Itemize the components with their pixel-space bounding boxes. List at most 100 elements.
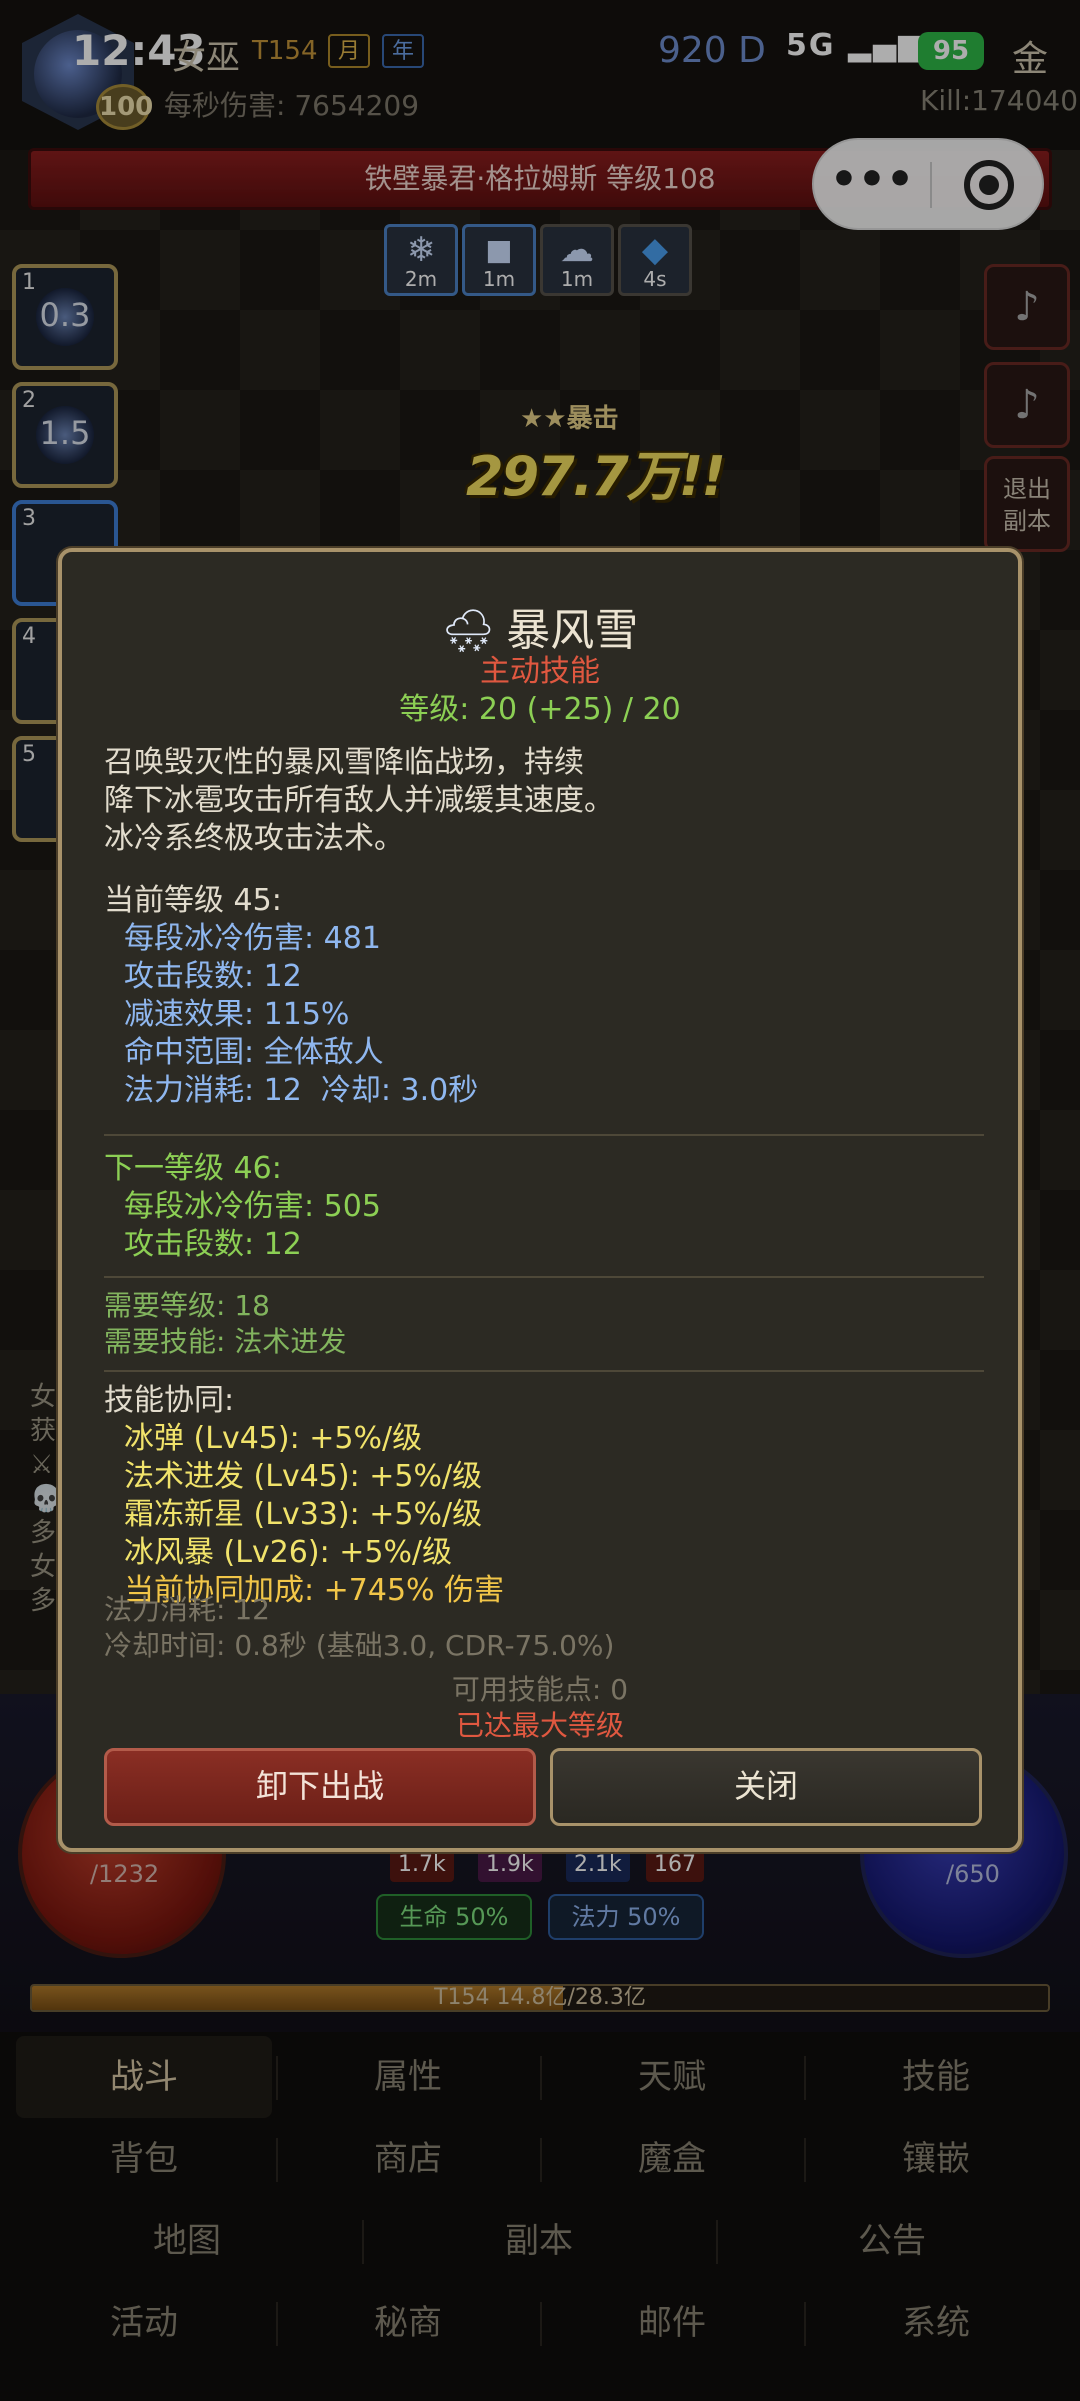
- stat-row: 减速效果: 115%: [124, 997, 350, 1032]
- nav-divider: [540, 2138, 542, 2182]
- divider: [104, 1276, 984, 1278]
- stat-row: 命中范围: 全体敌人: [124, 1035, 384, 1070]
- nav-row-1: 战斗 属性 天赋 技能: [0, 2036, 1080, 2118]
- mute-sound-button[interactable]: ♪: [984, 362, 1070, 448]
- requirement-row: 需要等级: 18: [104, 1289, 270, 1322]
- nav-row-2: 背包 商店 魔盒 镶嵌: [0, 2118, 1080, 2200]
- current-level-header: 当前等级 45:: [104, 883, 282, 918]
- nav-magic-box[interactable]: 魔盒: [544, 2118, 800, 2200]
- nav-backpack[interactable]: 背包: [16, 2118, 272, 2200]
- nav-divider: [540, 2302, 542, 2346]
- character-name: 女巫: [172, 38, 240, 78]
- nav-row-3: 地图 副本 公告: [0, 2200, 1080, 2282]
- muted-note-icon: ♪: [1014, 284, 1040, 330]
- divider: [104, 1370, 984, 1372]
- buff-storm[interactable]: ☁ 1m: [540, 224, 614, 296]
- close-miniprogram-icon[interactable]: [964, 160, 1014, 210]
- nav-dungeon[interactable]: 副本: [366, 2200, 712, 2282]
- nav-talents[interactable]: 天赋: [544, 2036, 800, 2118]
- game-screen: { "status": {"time": "12:43", "network":…: [0, 0, 1080, 2401]
- hp-text: /1232: [90, 1860, 160, 1888]
- nav-row-4: 活动 秘商 邮件 系统: [0, 2282, 1080, 2364]
- dps-readout: 每秒伤害: 7654209: [164, 89, 420, 122]
- nav-skills[interactable]: 技能: [808, 2036, 1064, 2118]
- crit-damage-number: 297.7万!!: [466, 445, 726, 508]
- close-button[interactable]: 关闭: [550, 1748, 982, 1826]
- skill-description: 召唤毁灭性的暴风雪降临战场，持续 降下冰雹攻击所有敌人并减缓其速度。 冰冷系终极…: [104, 745, 614, 856]
- slot-cooldown: 0.3: [39, 296, 91, 334]
- potion-counter[interactable]: 1.7k: [390, 1850, 454, 1882]
- cost-section: 法力消耗: 12 冷却时间: 0.8秒 (基础3.0, CDR-75.0%): [104, 1592, 984, 1664]
- experience-bar: T154 14.8亿/28.3亿: [30, 1984, 1050, 2012]
- skill-level: 等级: 20 (+25) / 20: [399, 692, 681, 727]
- buff-cube[interactable]: ◼ 1m: [462, 224, 536, 296]
- requirement-row: 需要技能: 法术进发: [104, 1325, 347, 1358]
- gold-label: 金: [1012, 39, 1049, 80]
- kill-counter: Kill:174040: [920, 84, 1079, 117]
- tier-label: T154: [252, 36, 318, 66]
- skill-slot-1[interactable]: 1 0.3: [12, 264, 118, 370]
- buff-timer: 4s: [643, 267, 667, 291]
- boss-name: 铁壁暴君·格拉姆斯 等级108: [364, 162, 716, 195]
- currency-readout: 920 D: [658, 30, 766, 71]
- more-menu-icon[interactable]: •••: [814, 140, 930, 228]
- stat-row: 每段冰冷伤害: 481: [124, 921, 381, 956]
- nav-divider: [716, 2220, 718, 2264]
- synergy-header: 技能协同:: [104, 1383, 235, 1418]
- nav-divider: [362, 2220, 364, 2264]
- crit-label: ★★暴击: [520, 404, 619, 434]
- slot-number: 1: [22, 270, 36, 295]
- auto-mp-potion-toggle[interactable]: 法力 50%: [548, 1894, 704, 1940]
- potion-counter[interactable]: 167: [646, 1850, 704, 1882]
- synergy-row: 冰风暴 (Lv26): +5%/级: [124, 1535, 453, 1570]
- potion-counter[interactable]: 2.1k: [566, 1850, 630, 1882]
- nav-inlay[interactable]: 镶嵌: [808, 2118, 1064, 2200]
- nav-secret-shop[interactable]: 秘商: [280, 2282, 536, 2364]
- nav-divider: [804, 2138, 806, 2182]
- potion-counter[interactable]: 1.9k: [478, 1850, 542, 1882]
- nav-divider: [804, 2056, 806, 2100]
- unequip-button[interactable]: 卸下出战: [104, 1748, 536, 1826]
- nav-map[interactable]: 地图: [16, 2200, 358, 2282]
- stat-row: 攻击段数: 12: [124, 959, 302, 994]
- month-card-badge[interactable]: 月: [328, 34, 371, 68]
- nav-announcements[interactable]: 公告: [720, 2200, 1064, 2282]
- requirements-section: 需要等级: 18 需要技能: 法术进发: [104, 1288, 984, 1360]
- mute-music-button[interactable]: ♪: [984, 264, 1070, 350]
- nav-attributes[interactable]: 属性: [280, 2036, 536, 2118]
- cost-row: 法力消耗: 12: [104, 1593, 270, 1626]
- stat-row: 法力消耗: 12 冷却: 3.0秒: [124, 1073, 479, 1108]
- mp-text: /650: [946, 1860, 1000, 1888]
- year-card-badge[interactable]: 年: [382, 34, 425, 68]
- nav-battle[interactable]: 战斗: [16, 2036, 272, 2118]
- nav-divider: [804, 2302, 806, 2346]
- exit-dungeon-button[interactable]: 退出 副本: [984, 456, 1070, 552]
- synergy-row: 冰弹 (Lv45): +5%/级: [124, 1421, 423, 1456]
- buff-timer: 2m: [404, 267, 438, 291]
- experience-text: T154 14.8亿/28.3亿: [434, 1985, 646, 2010]
- slot-number: 3: [22, 506, 36, 531]
- buff-diamond[interactable]: ◆ 4s: [618, 224, 692, 296]
- nav-mail[interactable]: 邮件: [544, 2282, 800, 2364]
- synergy-section: 技能协同: 冰弹 (Lv45): +5%/级 法术进发 (Lv45): +5%/…: [104, 1382, 984, 1610]
- max-level-notice: 已达最大等级: [455, 1709, 624, 1742]
- buff-snowflake[interactable]: ❄ 2m: [384, 224, 458, 296]
- nav-divider: [276, 2056, 278, 2100]
- nav-divider: [276, 2138, 278, 2182]
- cost-row: 冷却时间: 0.8秒 (基础3.0, CDR-75.0%): [104, 1629, 615, 1662]
- slot-number: 5: [22, 742, 36, 767]
- auto-hp-potion-toggle[interactable]: 生命 50%: [376, 1894, 532, 1940]
- battery-icon: 95: [918, 32, 984, 70]
- slot-number: 2: [22, 388, 36, 413]
- nav-system[interactable]: 系统: [808, 2282, 1064, 2364]
- muted-note-icon: ♪: [1014, 382, 1040, 428]
- synergy-row: 法术进发 (Lv45): +5%/级: [124, 1459, 483, 1494]
- slot-number: 4: [22, 624, 36, 649]
- nav-shop[interactable]: 商店: [280, 2118, 536, 2200]
- nav-events[interactable]: 活动: [16, 2282, 272, 2364]
- nav-divider: [276, 2302, 278, 2346]
- miniprogram-capsule: •••: [812, 138, 1044, 230]
- next-level-header: 下一等级 46:: [104, 1151, 282, 1186]
- skill-slot-2[interactable]: 2 1.5: [12, 382, 118, 488]
- next-level-section: 下一等级 46: 每段冰冷伤害: 505 攻击段数: 12: [104, 1150, 984, 1264]
